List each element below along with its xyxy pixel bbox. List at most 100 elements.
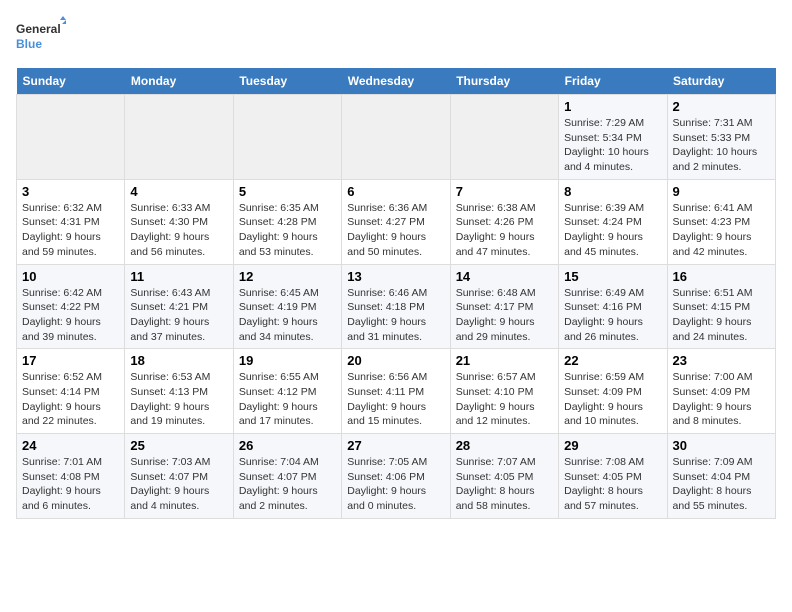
day-number: 2 bbox=[673, 99, 770, 114]
calendar-cell bbox=[125, 95, 233, 180]
day-info: Sunrise: 6:38 AM Sunset: 4:26 PM Dayligh… bbox=[456, 201, 553, 260]
calendar-week-row: 3Sunrise: 6:32 AM Sunset: 4:31 PM Daylig… bbox=[17, 179, 776, 264]
day-info: Sunrise: 6:32 AM Sunset: 4:31 PM Dayligh… bbox=[22, 201, 119, 260]
day-info: Sunrise: 7:03 AM Sunset: 4:07 PM Dayligh… bbox=[130, 455, 227, 514]
svg-text:General: General bbox=[16, 22, 61, 36]
calendar-cell bbox=[342, 95, 450, 180]
day-info: Sunrise: 7:01 AM Sunset: 4:08 PM Dayligh… bbox=[22, 455, 119, 514]
calendar-cell: 26 Sunrise: 7:04 AM Sunset: 4:07 PM Dayli… bbox=[233, 434, 341, 519]
weekday-header: Saturday bbox=[667, 68, 775, 95]
calendar-cell: 4 Sunrise: 6:33 AM Sunset: 4:30 PM Daylig… bbox=[125, 179, 233, 264]
calendar-cell: 19 Sunrise: 6:55 AM Sunset: 4:12 PM Dayli… bbox=[233, 349, 341, 434]
calendar-cell bbox=[450, 95, 558, 180]
day-number: 21 bbox=[456, 353, 553, 368]
day-number: 23 bbox=[673, 353, 770, 368]
day-info: Sunrise: 6:36 AM Sunset: 4:27 PM Dayligh… bbox=[347, 201, 444, 260]
day-number: 30 bbox=[673, 438, 770, 453]
calendar-table: SundayMondayTuesdayWednesdayThursdayFrid… bbox=[16, 68, 776, 519]
weekday-header: Tuesday bbox=[233, 68, 341, 95]
day-number: 19 bbox=[239, 353, 336, 368]
calendar-cell: 30 Sunrise: 7:09 AM Sunset: 4:04 PM Dayli… bbox=[667, 434, 775, 519]
day-info: Sunrise: 7:09 AM Sunset: 4:04 PM Dayligh… bbox=[673, 455, 770, 514]
day-number: 12 bbox=[239, 269, 336, 284]
day-info: Sunrise: 6:42 AM Sunset: 4:22 PM Dayligh… bbox=[22, 286, 119, 345]
day-info: Sunrise: 6:48 AM Sunset: 4:17 PM Dayligh… bbox=[456, 286, 553, 345]
day-info: Sunrise: 7:04 AM Sunset: 4:07 PM Dayligh… bbox=[239, 455, 336, 514]
weekday-header: Friday bbox=[559, 68, 667, 95]
day-number: 22 bbox=[564, 353, 661, 368]
calendar-cell: 10 Sunrise: 6:42 AM Sunset: 4:22 PM Dayli… bbox=[17, 264, 125, 349]
calendar-cell: 27Sunrise: 7:05 AM Sunset: 4:06 PM Dayli… bbox=[342, 434, 450, 519]
calendar-week-row: 1 Sunrise: 7:29 AM Sunset: 5:34 PM Daylig… bbox=[17, 95, 776, 180]
day-info: Sunrise: 7:07 AM Sunset: 4:05 PM Dayligh… bbox=[456, 455, 553, 514]
day-number: 25 bbox=[130, 438, 227, 453]
calendar-cell: 28 Sunrise: 7:07 AM Sunset: 4:05 PM Dayli… bbox=[450, 434, 558, 519]
day-info: Sunrise: 6:52 AM Sunset: 4:14 PM Dayligh… bbox=[22, 370, 119, 429]
day-number: 16 bbox=[673, 269, 770, 284]
calendar-cell: 3Sunrise: 6:32 AM Sunset: 4:31 PM Daylig… bbox=[17, 179, 125, 264]
day-number: 26 bbox=[239, 438, 336, 453]
weekday-header: Thursday bbox=[450, 68, 558, 95]
calendar-cell: 25 Sunrise: 7:03 AM Sunset: 4:07 PM Dayli… bbox=[125, 434, 233, 519]
header: General Blue bbox=[16, 16, 776, 56]
day-number: 9 bbox=[673, 184, 770, 199]
day-number: 11 bbox=[130, 269, 227, 284]
day-info: Sunrise: 6:49 AM Sunset: 4:16 PM Dayligh… bbox=[564, 286, 661, 345]
day-number: 4 bbox=[130, 184, 227, 199]
calendar-cell: 1 Sunrise: 7:29 AM Sunset: 5:34 PM Daylig… bbox=[559, 95, 667, 180]
day-number: 20 bbox=[347, 353, 444, 368]
day-info: Sunrise: 6:46 AM Sunset: 4:18 PM Dayligh… bbox=[347, 286, 444, 345]
day-info: Sunrise: 7:29 AM Sunset: 5:34 PM Dayligh… bbox=[564, 116, 661, 175]
weekday-header: Monday bbox=[125, 68, 233, 95]
calendar-cell: 29Sunrise: 7:08 AM Sunset: 4:05 PM Dayli… bbox=[559, 434, 667, 519]
day-number: 28 bbox=[456, 438, 553, 453]
calendar-cell: 14 Sunrise: 6:48 AM Sunset: 4:17 PM Dayli… bbox=[450, 264, 558, 349]
day-number: 6 bbox=[347, 184, 444, 199]
day-number: 29 bbox=[564, 438, 661, 453]
calendar-cell: 12 Sunrise: 6:45 AM Sunset: 4:19 PM Dayli… bbox=[233, 264, 341, 349]
day-info: Sunrise: 6:55 AM Sunset: 4:12 PM Dayligh… bbox=[239, 370, 336, 429]
calendar-cell bbox=[17, 95, 125, 180]
calendar-cell: 7 Sunrise: 6:38 AM Sunset: 4:26 PM Daylig… bbox=[450, 179, 558, 264]
svg-text:Blue: Blue bbox=[16, 37, 42, 51]
day-number: 24 bbox=[22, 438, 119, 453]
calendar-cell: 11Sunrise: 6:43 AM Sunset: 4:21 PM Dayli… bbox=[125, 264, 233, 349]
weekday-header: Sunday bbox=[17, 68, 125, 95]
calendar-cell: 9 Sunrise: 6:41 AM Sunset: 4:23 PM Daylig… bbox=[667, 179, 775, 264]
weekday-header: Wednesday bbox=[342, 68, 450, 95]
calendar-cell: 8Sunrise: 6:39 AM Sunset: 4:24 PM Daylig… bbox=[559, 179, 667, 264]
calendar-cell: 13 Sunrise: 6:46 AM Sunset: 4:18 PM Dayli… bbox=[342, 264, 450, 349]
logo: General Blue bbox=[16, 16, 66, 56]
day-number: 8 bbox=[564, 184, 661, 199]
day-number: 18 bbox=[130, 353, 227, 368]
day-info: Sunrise: 6:35 AM Sunset: 4:28 PM Dayligh… bbox=[239, 201, 336, 260]
calendar-cell: 6 Sunrise: 6:36 AM Sunset: 4:27 PM Daylig… bbox=[342, 179, 450, 264]
calendar-cell: 15Sunrise: 6:49 AM Sunset: 4:16 PM Dayli… bbox=[559, 264, 667, 349]
day-number: 13 bbox=[347, 269, 444, 284]
weekday-header-row: SundayMondayTuesdayWednesdayThursdayFrid… bbox=[17, 68, 776, 95]
calendar-cell: 24 Sunrise: 7:01 AM Sunset: 4:08 PM Dayli… bbox=[17, 434, 125, 519]
day-info: Sunrise: 7:00 AM Sunset: 4:09 PM Dayligh… bbox=[673, 370, 770, 429]
calendar-cell: 16 Sunrise: 6:51 AM Sunset: 4:15 PM Dayli… bbox=[667, 264, 775, 349]
day-number: 10 bbox=[22, 269, 119, 284]
day-info: Sunrise: 6:45 AM Sunset: 4:19 PM Dayligh… bbox=[239, 286, 336, 345]
calendar-cell: 5Sunrise: 6:35 AM Sunset: 4:28 PM Daylig… bbox=[233, 179, 341, 264]
calendar-cell bbox=[233, 95, 341, 180]
calendar-cell: 21Sunrise: 6:57 AM Sunset: 4:10 PM Dayli… bbox=[450, 349, 558, 434]
calendar-week-row: 24 Sunrise: 7:01 AM Sunset: 4:08 PM Dayli… bbox=[17, 434, 776, 519]
day-info: Sunrise: 7:05 AM Sunset: 4:06 PM Dayligh… bbox=[347, 455, 444, 514]
day-info: Sunrise: 6:33 AM Sunset: 4:30 PM Dayligh… bbox=[130, 201, 227, 260]
day-number: 14 bbox=[456, 269, 553, 284]
day-info: Sunrise: 6:53 AM Sunset: 4:13 PM Dayligh… bbox=[130, 370, 227, 429]
calendar-cell: 18 Sunrise: 6:53 AM Sunset: 4:13 PM Dayli… bbox=[125, 349, 233, 434]
calendar-cell: 22 Sunrise: 6:59 AM Sunset: 4:09 PM Dayli… bbox=[559, 349, 667, 434]
day-number: 7 bbox=[456, 184, 553, 199]
day-info: Sunrise: 6:51 AM Sunset: 4:15 PM Dayligh… bbox=[673, 286, 770, 345]
day-info: Sunrise: 6:59 AM Sunset: 4:09 PM Dayligh… bbox=[564, 370, 661, 429]
calendar-week-row: 17Sunrise: 6:52 AM Sunset: 4:14 PM Dayli… bbox=[17, 349, 776, 434]
calendar-cell: 20Sunrise: 6:56 AM Sunset: 4:11 PM Dayli… bbox=[342, 349, 450, 434]
calendar-cell: 2Sunrise: 7:31 AM Sunset: 5:33 PM Daylig… bbox=[667, 95, 775, 180]
day-number: 1 bbox=[564, 99, 661, 114]
calendar-cell: 23 Sunrise: 7:00 AM Sunset: 4:09 PM Dayli… bbox=[667, 349, 775, 434]
day-info: Sunrise: 6:41 AM Sunset: 4:23 PM Dayligh… bbox=[673, 201, 770, 260]
